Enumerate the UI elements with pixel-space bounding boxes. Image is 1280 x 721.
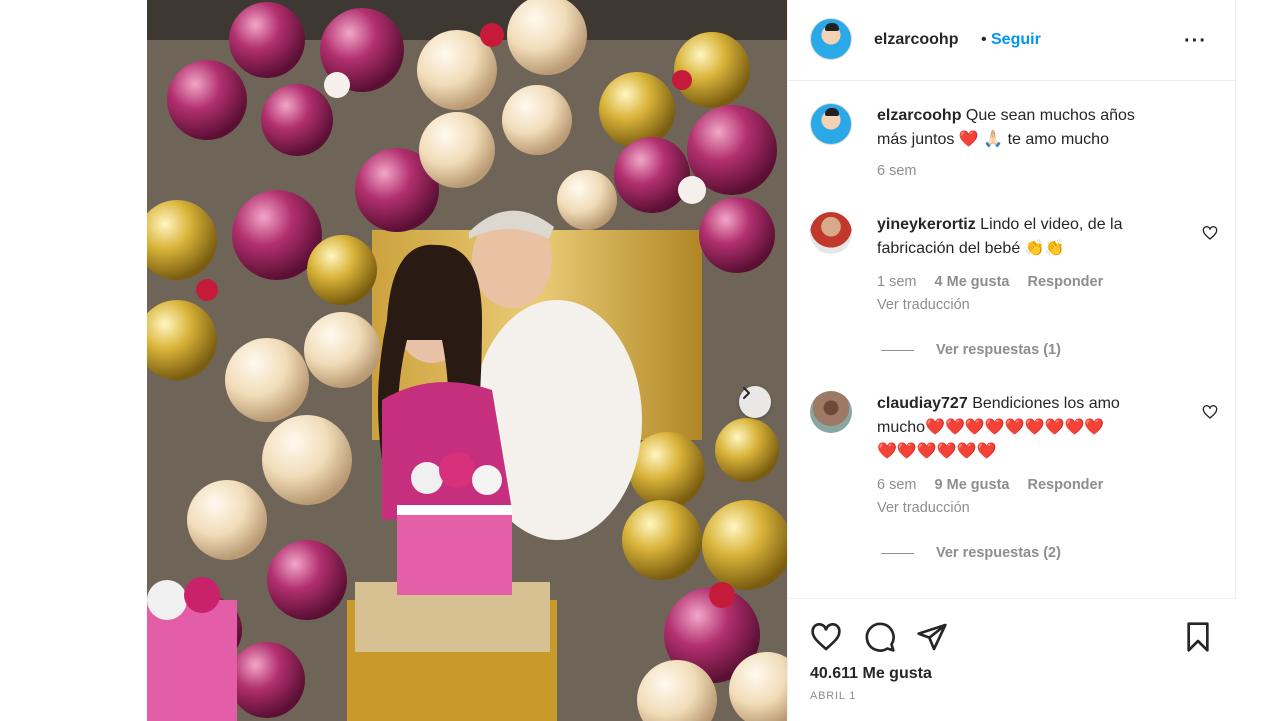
header-separator: • <box>981 31 987 48</box>
comment-username[interactable]: claudiay727 <box>877 395 968 412</box>
comment-like-heart-icon[interactable] <box>1202 404 1218 420</box>
view-replies-label: Ver respuestas (2) <box>936 545 1061 561</box>
comment-line2: mucho <box>877 419 926 436</box>
heart-emoji: ❤️ <box>958 131 979 148</box>
comment-time: 6 sem <box>877 477 917 493</box>
comment-line1: Lindo el video, de la <box>980 216 1123 233</box>
comment-line2: fabricación del bebé <box>877 240 1021 257</box>
see-translation-link[interactable]: Ver traducción <box>877 297 970 313</box>
comment-icon[interactable] <box>864 621 896 653</box>
caption-line1: Que sean muchos años <box>965 107 1135 124</box>
comment-time: 1 sem <box>877 274 917 290</box>
view-replies-label: Ver respuestas (1) <box>936 342 1061 358</box>
hearts-emojis: ❤️❤️❤️❤️❤️❤️❤️❤️❤️ <box>925 419 1105 436</box>
post-photo <box>147 0 787 721</box>
bookmark-icon[interactable] <box>1182 621 1214 653</box>
comment-likes[interactable]: 4 Me gusta <box>935 274 1010 290</box>
party-photo-illustration <box>147 0 787 721</box>
comment-username[interactable]: yineykerortiz <box>877 216 976 233</box>
author-avatar[interactable] <box>810 18 852 60</box>
see-translation-link[interactable]: Ver traducción <box>877 500 970 516</box>
comment-text: claudiay727 Bendiciones los amo mucho❤️❤… <box>877 392 1187 464</box>
reply-button[interactable]: Responder <box>1028 274 1104 290</box>
comment-text: yineykerortiz Lindo el video, de la fabr… <box>877 213 1187 261</box>
caption-line2: más juntos <box>877 131 955 148</box>
replies-line <box>881 552 914 554</box>
pray-emoji: 🙏🏻 <box>983 131 1004 148</box>
comment-likes[interactable]: 9 Me gusta <box>935 477 1010 493</box>
clap-emojis: 👏👏 <box>1024 240 1065 257</box>
follow-button[interactable]: Seguir <box>991 31 1041 49</box>
likes-count[interactable]: 40.611 Me gusta <box>810 665 932 683</box>
post-header: elzarcoohp • Seguir ··· <box>788 0 1237 81</box>
commenter-avatar[interactable] <box>810 212 852 254</box>
caption-avatar[interactable] <box>810 103 852 145</box>
comment-like-heart-icon[interactable] <box>1202 225 1218 241</box>
view-replies-button[interactable]: Ver respuestas (2) <box>881 545 1061 561</box>
commenter-avatar[interactable] <box>810 391 852 433</box>
view-replies-button[interactable]: Ver respuestas (1) <box>881 342 1061 358</box>
next-photo-button[interactable] <box>739 386 771 418</box>
more-options-button[interactable]: ··· <box>1184 30 1207 53</box>
post-side-panel: elzarcoohp • Seguir ··· elzarcoohp Que s… <box>787 0 1237 721</box>
caption-meta: 6 sem <box>877 163 931 179</box>
caption-username[interactable]: elzarcoohp <box>877 107 961 124</box>
author-username[interactable]: elzarcoohp <box>874 31 958 49</box>
comment-line1: Bendiciones los amo <box>972 395 1120 412</box>
hearts-emojis: ❤️❤️❤️❤️❤️❤️ <box>877 443 997 460</box>
post-actions: 40.611 Me gusta ABRIL 1 <box>788 598 1237 721</box>
share-icon[interactable] <box>916 621 948 653</box>
comment-meta: 6 sem 9 Me gusta Responder <box>877 477 1117 493</box>
comment-meta: 1 sem 4 Me gusta Responder <box>877 274 1117 290</box>
replies-line <box>881 349 914 351</box>
comments-list: elzarcoohp Que sean muchos años más junt… <box>788 82 1237 597</box>
reply-button[interactable]: Responder <box>1028 477 1104 493</box>
caption-end: te amo mucho <box>1007 131 1109 148</box>
heart-icon[interactable] <box>810 621 842 653</box>
chevron-right-icon <box>743 387 750 399</box>
caption-text: elzarcoohp Que sean muchos años más junt… <box>877 104 1187 152</box>
caption-time: 6 sem <box>877 163 917 179</box>
post-date: ABRIL 1 <box>810 690 857 702</box>
